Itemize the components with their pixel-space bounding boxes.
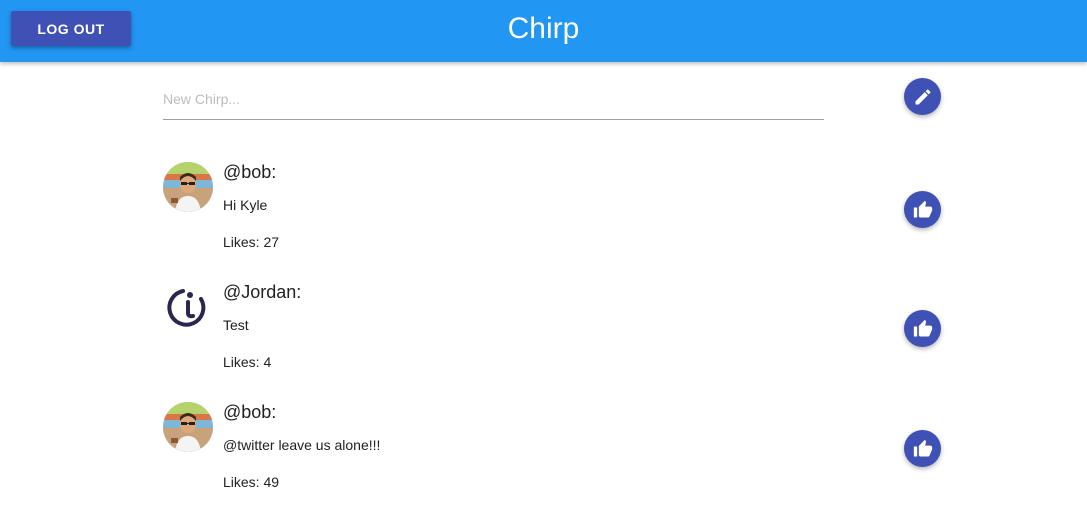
chirp-likes: Likes: 4 (223, 354, 272, 370)
cartoon-avatar-icon (163, 162, 213, 212)
like-button[interactable] (904, 191, 941, 228)
avatar (163, 162, 213, 212)
chirp-text: @twitter leave us alone!!! (223, 437, 381, 453)
avatar (163, 282, 213, 332)
thumbs-up-icon (913, 200, 932, 217)
new-chirp-form (163, 78, 824, 121)
chirp-text: Test (223, 317, 249, 333)
cartoon-avatar-icon (163, 402, 213, 452)
like-button[interactable] (904, 430, 941, 467)
chirp-text: Hi Kyle (223, 197, 268, 213)
page-title: Chirp (507, 12, 580, 45)
chirp-item: @Jordan: Test Likes: 4 (163, 282, 863, 392)
app-bar: LOG OUT Chirp (0, 0, 1087, 62)
new-chirp-input[interactable] (163, 78, 824, 120)
post-chirp-button[interactable] (904, 78, 941, 115)
thumbs-up-icon (913, 319, 932, 336)
chirp-handle: @bob: (223, 162, 277, 182)
chirp-handle: @bob: (223, 402, 277, 422)
thumbs-up-icon (913, 439, 932, 456)
chirp-likes: Likes: 49 (223, 474, 280, 490)
like-button[interactable] (904, 310, 941, 347)
chirp-item: @bob: @twitter leave us alone!!! Likes: … (163, 402, 863, 512)
avatar (163, 402, 213, 452)
chirp-handle: @Jordan: (223, 282, 302, 302)
chirp-likes: Likes: 27 (223, 234, 280, 250)
logo-avatar-icon (163, 282, 213, 332)
chirp-item: @bob: Hi Kyle Likes: 27 (163, 162, 863, 272)
pencil-icon (915, 88, 931, 104)
